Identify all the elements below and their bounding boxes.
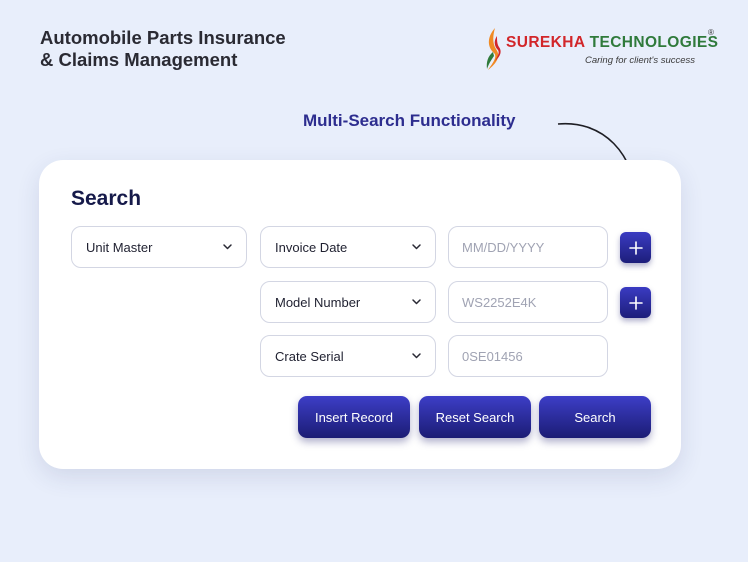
brand-name-part1: SUREKHA: [506, 34, 585, 51]
brand-logo: SUREKHA TECHNOLOGIES ® Caring for client…: [482, 26, 718, 72]
chevron-down-icon: [223, 244, 232, 250]
insert-record-button[interactable]: Insert Record: [298, 396, 410, 438]
add-criteria-button[interactable]: [620, 287, 651, 318]
page-title-line1: Automobile Parts Insurance: [40, 27, 286, 48]
unit-master-label: Unit Master: [86, 239, 153, 255]
search-card: Search Unit Master Invoice Date Model Nu…: [39, 160, 681, 469]
unit-master-dropdown[interactable]: Unit Master: [71, 226, 247, 268]
model-number-dropdown[interactable]: Model Number: [260, 281, 436, 323]
invoice-date-dropdown[interactable]: Invoice Date: [260, 226, 436, 268]
crate-serial-dropdown[interactable]: Crate Serial: [260, 335, 436, 377]
crate-serial-label: Crate Serial: [275, 348, 344, 364]
registered-mark: ®: [708, 28, 714, 37]
add-criteria-button[interactable]: [620, 232, 651, 263]
callout-label: Multi-Search Functionality: [303, 111, 516, 130]
plus-icon: [628, 240, 643, 255]
page-title: Automobile Parts Insurance & Claims Mana…: [40, 27, 286, 71]
model-number-label: Model Number: [275, 294, 361, 310]
invoice-date-label: Invoice Date: [275, 239, 348, 255]
chevron-down-icon: [412, 353, 421, 359]
chevron-down-icon: [412, 299, 421, 305]
chevron-down-icon: [412, 244, 421, 250]
search-title: Search: [71, 187, 142, 210]
model-number-input[interactable]: [448, 281, 608, 323]
reset-search-button[interactable]: Reset Search: [419, 396, 531, 438]
invoice-date-input[interactable]: [448, 226, 608, 268]
brand-name-part2: TECHNOLOGIES: [584, 34, 719, 51]
search-button[interactable]: Search: [539, 396, 651, 438]
page-title-line2: & Claims Management: [40, 49, 238, 70]
crate-serial-input[interactable]: [448, 335, 608, 377]
brand-name: SUREKHA TECHNOLOGIES: [506, 34, 718, 52]
brand-tagline: Caring for client's success: [585, 55, 696, 66]
plus-icon: [628, 295, 643, 310]
flame-logo-icon: [486, 28, 501, 70]
